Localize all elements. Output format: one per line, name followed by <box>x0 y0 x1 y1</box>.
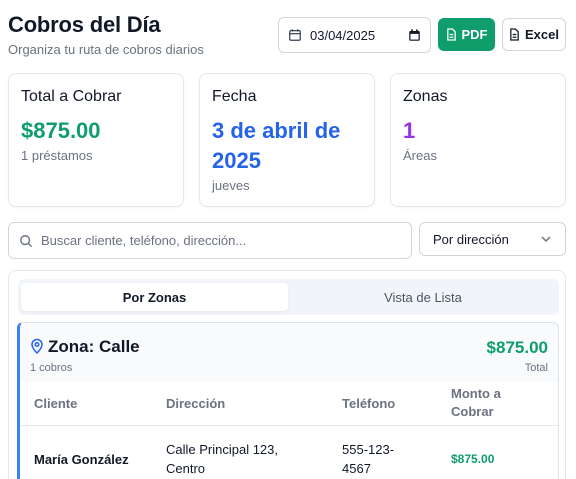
excel-label: Excel <box>525 27 559 42</box>
page-header: Cobros del Día Organiza tu ruta de cobro… <box>8 12 204 57</box>
total-card-value: $875.00 <box>21 118 101 143</box>
zones-card-title: Zonas <box>403 88 448 105</box>
date-card-title: Fecha <box>212 88 257 105</box>
page-title: Cobros del Día <box>8 12 161 37</box>
pdf-label: PDF <box>461 27 488 42</box>
calendar-icon <box>289 29 301 41</box>
total-card-sub: 1 préstamos <box>21 148 93 163</box>
map-pin-icon <box>31 338 43 354</box>
calendar-picker-icon[interactable] <box>408 28 421 42</box>
zone-header: Zona: Calle 1 cobros $875.00 Total <box>20 323 558 381</box>
file-icon <box>446 28 456 41</box>
search-icon <box>20 234 33 247</box>
zone-group: Zona: Calle 1 cobros $875.00 Total Clien… <box>17 322 559 479</box>
column-header-cliente: Cliente <box>34 396 78 411</box>
column-header-monto: Monto a Cobrar <box>451 386 501 419</box>
export-excel-button[interactable]: Excel <box>502 18 566 51</box>
chevron-down-icon <box>541 236 551 243</box>
zone-total: $875.00 <box>486 338 548 357</box>
cell-monto: $875.00 <box>451 452 495 466</box>
search-input[interactable]: Buscar cliente, teléfono, dirección... <box>8 222 412 259</box>
sort-select[interactable]: Por dirección <box>419 222 566 256</box>
zone-total-label: Total <box>524 362 548 374</box>
page-subtitle: Organiza tu ruta de cobros diarios <box>8 42 204 57</box>
cell-cliente: María González <box>34 452 129 467</box>
view-tabs: Por Zonas Vista de Lista <box>18 279 559 315</box>
date-value: 03/04/2025 <box>310 27 376 43</box>
zones-card: Zonas 1 Áreas <box>390 73 566 207</box>
table-header: Cliente Dirección Teléfono Monto a Cobra… <box>20 382 558 426</box>
date-card: Fecha 3 de abril de 2025 jueves <box>199 73 375 207</box>
table-row[interactable]: María González Calle Principal 123, Cent… <box>20 426 558 479</box>
zone-count: 1 cobros <box>30 362 73 374</box>
file-icon <box>510 28 519 41</box>
tab-by-zones[interactable]: Por Zonas <box>21 283 288 311</box>
cell-telefono: 555-123-4567 <box>342 442 395 476</box>
zones-card-sub: Áreas <box>403 148 437 163</box>
date-card-value: 3 de abril de 2025 <box>212 118 341 173</box>
cell-direccion: Calle Principal 123, Centro <box>166 442 279 476</box>
date-card-sub: jueves <box>212 178 250 193</box>
column-header-telefono: Teléfono <box>342 396 396 411</box>
column-header-direccion: Dirección <box>166 396 226 411</box>
zone-name: Zona: Calle <box>48 337 140 356</box>
export-pdf-button[interactable]: PDF <box>438 18 495 51</box>
sort-selected: Por dirección <box>433 231 509 247</box>
zones-card-value: 1 <box>403 118 416 143</box>
search-placeholder: Buscar cliente, teléfono, dirección... <box>41 233 247 248</box>
collections-panel: Por Zonas Vista de Lista Zona: Calle 1 c… <box>8 270 566 479</box>
collections-table: Cliente Dirección Teléfono Monto a Cobra… <box>20 382 558 479</box>
total-card-title: Total a Cobrar <box>21 88 122 105</box>
date-input[interactable]: 03/04/2025 <box>278 17 431 53</box>
total-card: Total a Cobrar $875.00 1 préstamos <box>8 73 184 207</box>
tab-list-view[interactable]: Vista de Lista <box>290 283 556 311</box>
